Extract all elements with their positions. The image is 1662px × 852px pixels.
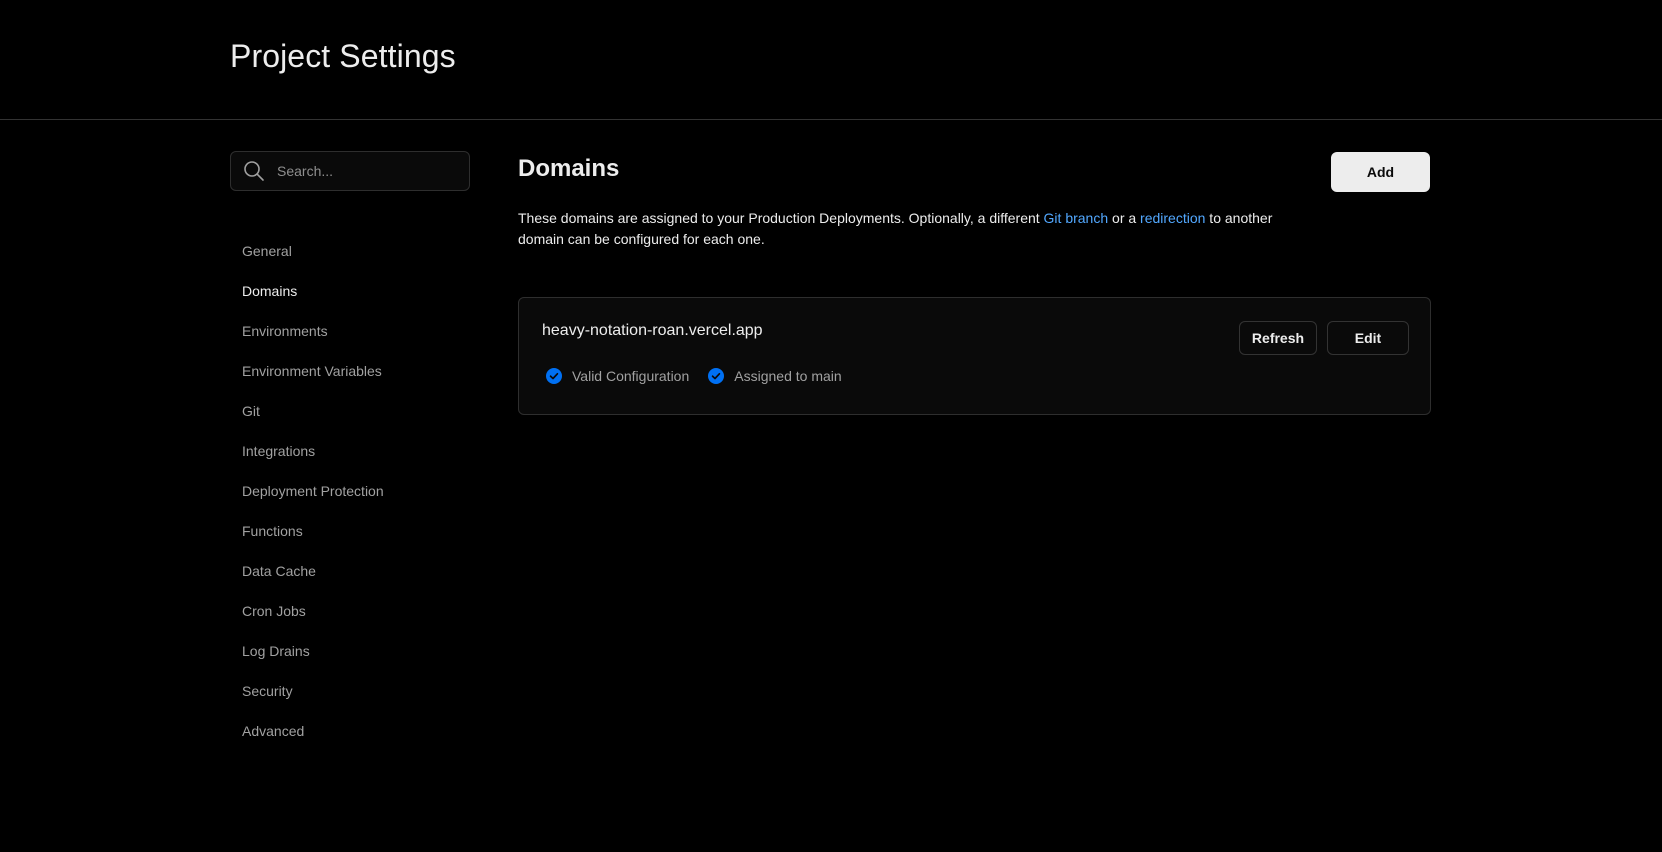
check-circle-icon (546, 368, 562, 384)
domain-card: heavy-notation-roan.vercel.app Refresh E… (518, 297, 1431, 415)
edit-button[interactable]: Edit (1327, 321, 1409, 355)
page-title: Project Settings (230, 38, 456, 74)
redirection-link[interactable]: redirection (1140, 210, 1205, 226)
add-domain-button[interactable]: Add (1331, 152, 1430, 192)
description-text: These domains are assigned to your Produ… (518, 210, 1044, 226)
sidebar-item-security[interactable]: Security (242, 671, 472, 711)
sidebar-item-cron-jobs[interactable]: Cron Jobs (242, 591, 472, 631)
git-branch-link[interactable]: Git branch (1044, 210, 1109, 226)
sidebar-item-domains[interactable]: Domains (242, 271, 472, 311)
description-text: or a (1108, 210, 1141, 226)
sidebar-item-general[interactable]: General (242, 231, 472, 271)
domain-status-row: Valid Configuration Assigned to main (546, 368, 861, 384)
refresh-button[interactable]: Refresh (1239, 321, 1317, 355)
search-box[interactable] (230, 151, 470, 191)
search-input[interactable] (275, 162, 459, 180)
page-header: Project Settings (0, 0, 1662, 120)
status-valid-configuration: Valid Configuration (546, 368, 689, 384)
check-circle-icon (708, 368, 725, 384)
sidebar-item-advanced[interactable]: Advanced (242, 711, 472, 751)
sidebar-item-functions[interactable]: Functions (242, 511, 472, 551)
sidebar-item-integrations[interactable]: Integrations (242, 431, 472, 471)
sidebar-item-environments[interactable]: Environments (242, 311, 472, 351)
sidebar: General Domains Environments Environment… (230, 151, 472, 751)
section-title: Domains (518, 155, 620, 182)
status-label: Assigned to main (734, 368, 842, 384)
sidebar-item-deployment-protection[interactable]: Deployment Protection (242, 471, 472, 511)
sidebar-item-data-cache[interactable]: Data Cache (242, 551, 472, 591)
domain-name[interactable]: heavy-notation-roan.vercel.app (542, 322, 763, 340)
settings-nav: General Domains Environments Environment… (230, 231, 472, 751)
search-icon (243, 160, 265, 182)
sidebar-item-environment-variables[interactable]: Environment Variables (242, 351, 472, 391)
sidebar-item-log-drains[interactable]: Log Drains (242, 631, 472, 671)
status-assigned-branch: Assigned to main (708, 368, 842, 384)
sidebar-item-git[interactable]: Git (242, 391, 472, 431)
section-description: These domains are assigned to your Produ… (518, 208, 1298, 250)
status-label: Valid Configuration (572, 368, 690, 384)
